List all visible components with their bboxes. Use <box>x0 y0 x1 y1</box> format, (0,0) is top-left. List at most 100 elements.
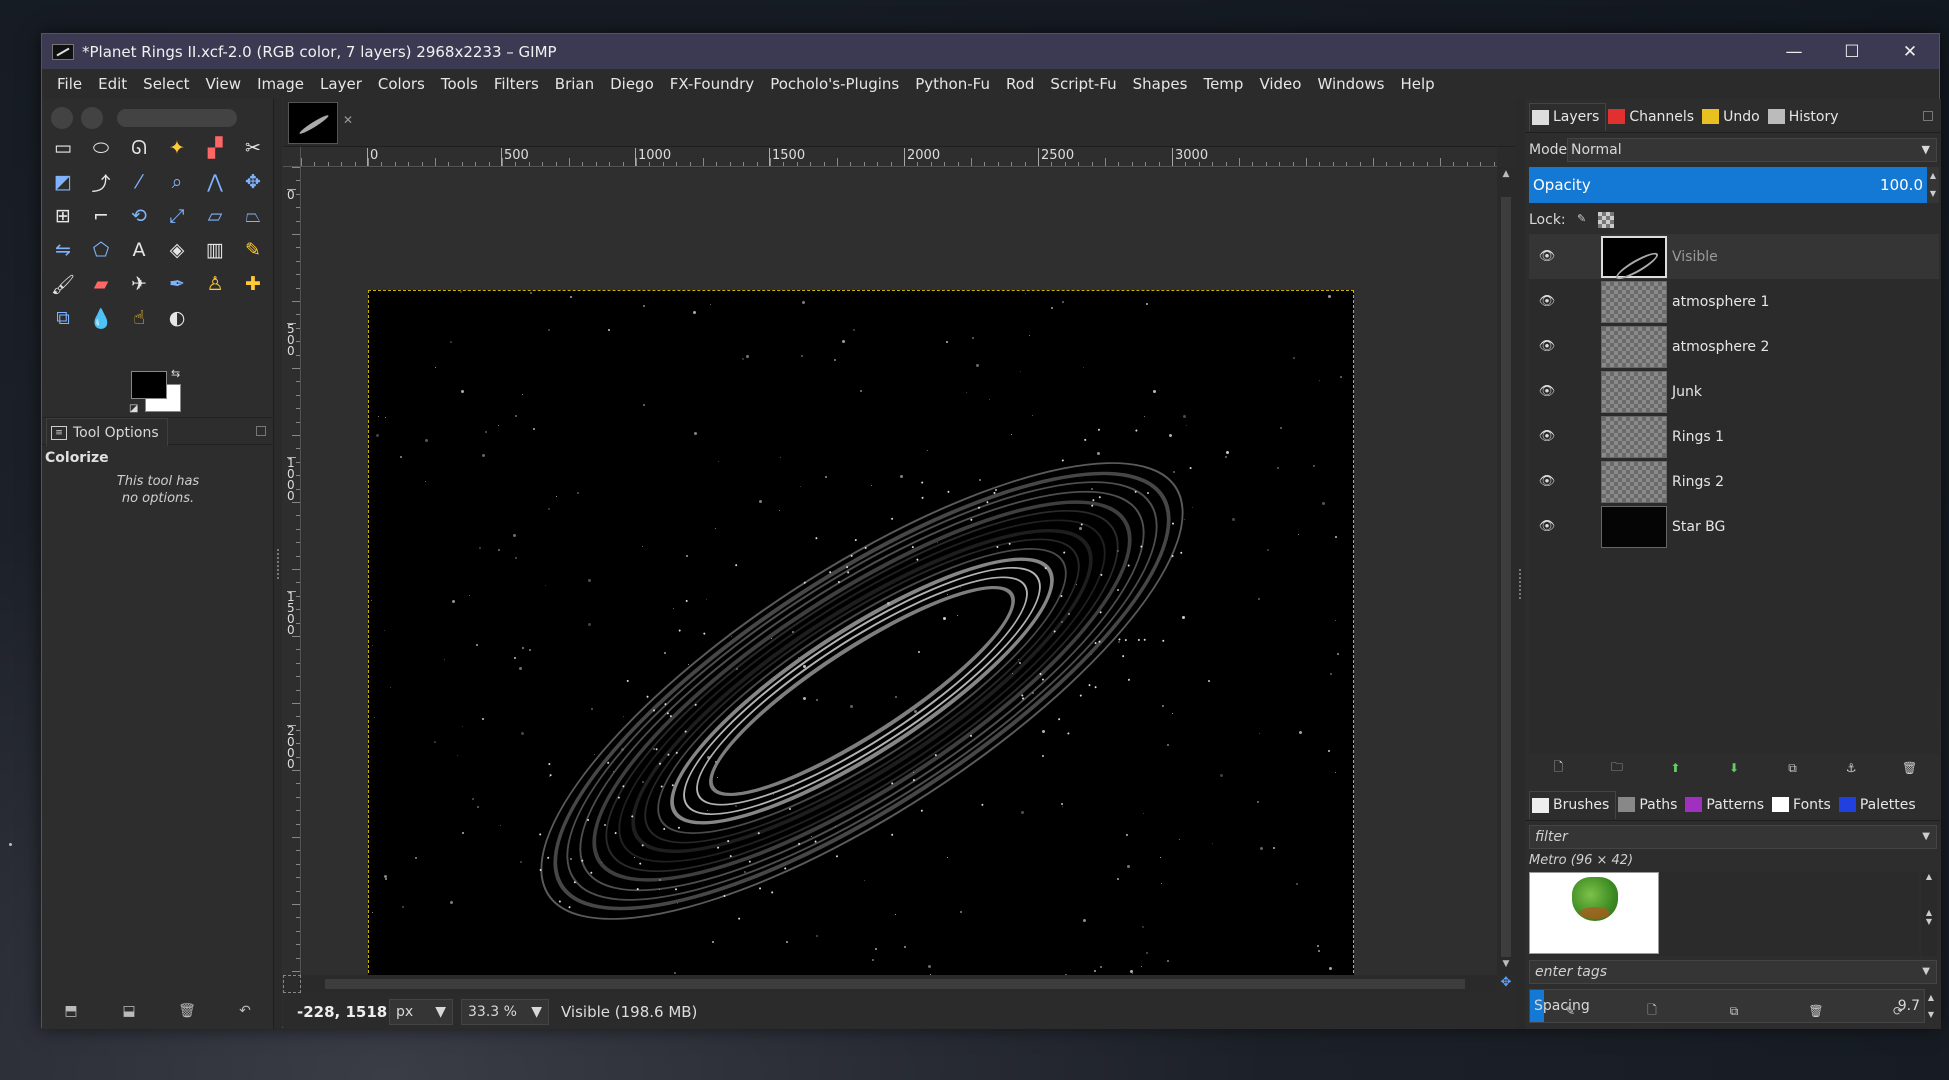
default-colors-icon[interactable]: ◪ <box>129 403 138 414</box>
layer-row[interactable]: 👁 Star BG <box>1529 504 1939 549</box>
eye-icon[interactable]: 👁 <box>1533 339 1561 354</box>
menu-temp[interactable]: Temp <box>1195 75 1251 93</box>
brush-filter-input[interactable]: filter ▼ <box>1529 825 1937 849</box>
tab-history[interactable]: History <box>1766 103 1845 131</box>
layer-row[interactable]: 👁 Visible <box>1529 234 1939 279</box>
menu-script-fu[interactable]: Script-Fu <box>1042 75 1124 93</box>
new-layer-icon[interactable]: 🗋 <box>1547 757 1569 779</box>
menu-view[interactable]: View <box>197 75 249 93</box>
eye-icon[interactable]: 👁 <box>1533 429 1561 444</box>
heal-icon[interactable]: ✚ <box>234 267 272 301</box>
measure-icon[interactable]: ⋀ <box>196 165 234 199</box>
tab-fonts[interactable]: Fonts <box>1770 791 1837 819</box>
blur-icon[interactable]: 💧 <box>82 301 120 335</box>
menu-fx-foundry[interactable]: FX-Foundry <box>662 75 762 93</box>
crop-icon[interactable]: ⌐ <box>82 199 120 233</box>
eye-icon[interactable]: 👁 <box>1533 294 1561 309</box>
brush-tags-input[interactable]: enter tags ▼ <box>1529 960 1937 984</box>
tab-patterns[interactable]: Patterns <box>1683 791 1770 819</box>
eraser-icon[interactable]: ▰ <box>82 267 120 301</box>
vertical-ruler[interactable]: 0 500 1000 1500 2000 <box>283 167 301 975</box>
reset-tool-options-icon[interactable]: ↶ <box>233 999 257 1023</box>
duplicate-layer-icon[interactable]: ⧉ <box>1782 757 1804 779</box>
menu-video[interactable]: Video <box>1251 75 1309 93</box>
ruler-corner-icon[interactable] <box>283 147 301 167</box>
pencil-icon[interactable]: ✎ <box>234 233 272 267</box>
perspective-clone-icon[interactable]: ⧉ <box>44 301 82 335</box>
blend-icon[interactable]: ▥ <box>196 233 234 267</box>
delete-tool-preset-icon[interactable]: 🗑 <box>175 999 199 1023</box>
quick-mask-toggle[interactable] <box>283 975 301 993</box>
zoom-select[interactable]: 33.3 % ▼ <box>461 999 549 1025</box>
layer-row[interactable]: 👁 Rings 2 <box>1529 459 1939 504</box>
tab-paths[interactable]: Paths <box>1616 791 1683 819</box>
opacity-slider[interactable]: Opacity 100.0 <box>1529 167 1927 203</box>
ink-icon[interactable]: ✒ <box>158 267 196 301</box>
right-pane-separator[interactable] <box>1515 99 1525 1029</box>
restore-tool-preset-icon[interactable]: ⬓ <box>117 999 141 1023</box>
dock-menu-icon[interactable] <box>1923 111 1933 121</box>
image-tab-thumbnail[interactable] <box>288 102 338 144</box>
lock-pixels-icon[interactable]: ✎ <box>1574 212 1590 228</box>
raise-layer-icon[interactable]: ⬆ <box>1664 757 1686 779</box>
menu-select[interactable]: Select <box>135 75 197 93</box>
eye-icon[interactable]: 👁 <box>1533 384 1561 399</box>
anchor-layer-icon[interactable]: ⚓ <box>1840 757 1862 779</box>
menu-file[interactable]: File <box>49 75 90 93</box>
tab-menu-icon[interactable] <box>256 426 266 436</box>
tab-palettes[interactable]: Palettes <box>1837 791 1922 819</box>
color-picker-icon[interactable]: ⁄ <box>120 165 158 199</box>
lock-alpha-icon[interactable] <box>1597 212 1614 228</box>
menu-brian[interactable]: Brian <box>547 75 602 93</box>
left-pane-separator[interactable] <box>274 99 282 1029</box>
tab-undo[interactable]: Undo <box>1700 103 1766 131</box>
scroll-down-icon[interactable]: ▼ <box>1497 959 1515 973</box>
rect-select-icon[interactable]: ▭ <box>44 131 82 165</box>
menu-tools[interactable]: Tools <box>433 75 486 93</box>
vertical-scroll-thumb[interactable] <box>1501 197 1511 957</box>
layer-row[interactable]: 👁 Rings 1 <box>1529 414 1939 459</box>
scale-icon[interactable]: ⤢ <box>158 199 196 233</box>
text-icon[interactable]: A <box>120 233 158 267</box>
ellipse-select-icon[interactable]: ⬭ <box>82 131 120 165</box>
paintbrush-icon[interactable]: 🖌 <box>44 267 82 301</box>
align-icon[interactable]: ⊞ <box>44 199 82 233</box>
save-tool-preset-icon[interactable]: ⬒ <box>59 999 83 1023</box>
menu-python-fu[interactable]: Python-Fu <box>907 75 998 93</box>
select-by-color-icon[interactable]: ▞ <box>196 131 234 165</box>
navigate-icon[interactable]: ✥ <box>1497 975 1515 993</box>
menu-edit[interactable]: Edit <box>90 75 135 93</box>
layer-row[interactable]: 👁 atmosphere 2 <box>1529 324 1939 369</box>
horizontal-scroll-thumb[interactable] <box>325 979 1465 989</box>
minimize-button[interactable]: — <box>1765 34 1823 69</box>
delete-brush-icon[interactable]: 🗑 <box>1805 1000 1827 1022</box>
move-icon[interactable]: ✥ <box>234 165 272 199</box>
menu-shapes[interactable]: Shapes <box>1125 75 1196 93</box>
edit-brush-icon[interactable]: ✎ <box>1559 1000 1581 1022</box>
menu-pocholo-s-plugins[interactable]: Pocholo's-Plugins <box>762 75 907 93</box>
foreground-select-icon[interactable]: ◩ <box>44 165 82 199</box>
layer-row[interactable]: 👁 atmosphere 1 <box>1529 279 1939 324</box>
perspective-icon[interactable]: ⏢ <box>234 199 272 233</box>
canvas-area[interactable] <box>302 168 1497 975</box>
smudge-icon[interactable]: ☝ <box>120 301 158 335</box>
menu-diego[interactable]: Diego <box>602 75 662 93</box>
swap-colors-icon[interactable]: ⇆ <box>171 367 180 380</box>
lower-layer-icon[interactable]: ⬇ <box>1723 757 1745 779</box>
maximize-button[interactable]: ☐ <box>1823 34 1881 69</box>
menu-help[interactable]: Help <box>1392 75 1442 93</box>
dodge-burn-icon[interactable]: ◐ <box>158 301 196 335</box>
scroll-up-icon[interactable]: ▲ <box>1497 169 1515 183</box>
zoom-icon[interactable]: ⌕ <box>158 165 196 199</box>
delete-layer-icon[interactable]: 🗑 <box>1899 757 1921 779</box>
tab-layers[interactable]: Layers <box>1529 102 1607 131</box>
foreground-color[interactable] <box>131 371 167 399</box>
clone-icon[interactable]: ♙ <box>196 267 234 301</box>
rotate-icon[interactable]: ⟲ <box>120 199 158 233</box>
mode-select[interactable]: Normal ▼ <box>1567 138 1937 162</box>
brush-item-metro[interactable] <box>1529 872 1659 954</box>
shear-icon[interactable]: ▱ <box>196 199 234 233</box>
bucket-fill-icon[interactable]: ◈ <box>158 233 196 267</box>
new-brush-icon[interactable]: 🗋 <box>1641 1000 1663 1022</box>
layer-row[interactable]: 👁 Junk <box>1529 369 1939 414</box>
